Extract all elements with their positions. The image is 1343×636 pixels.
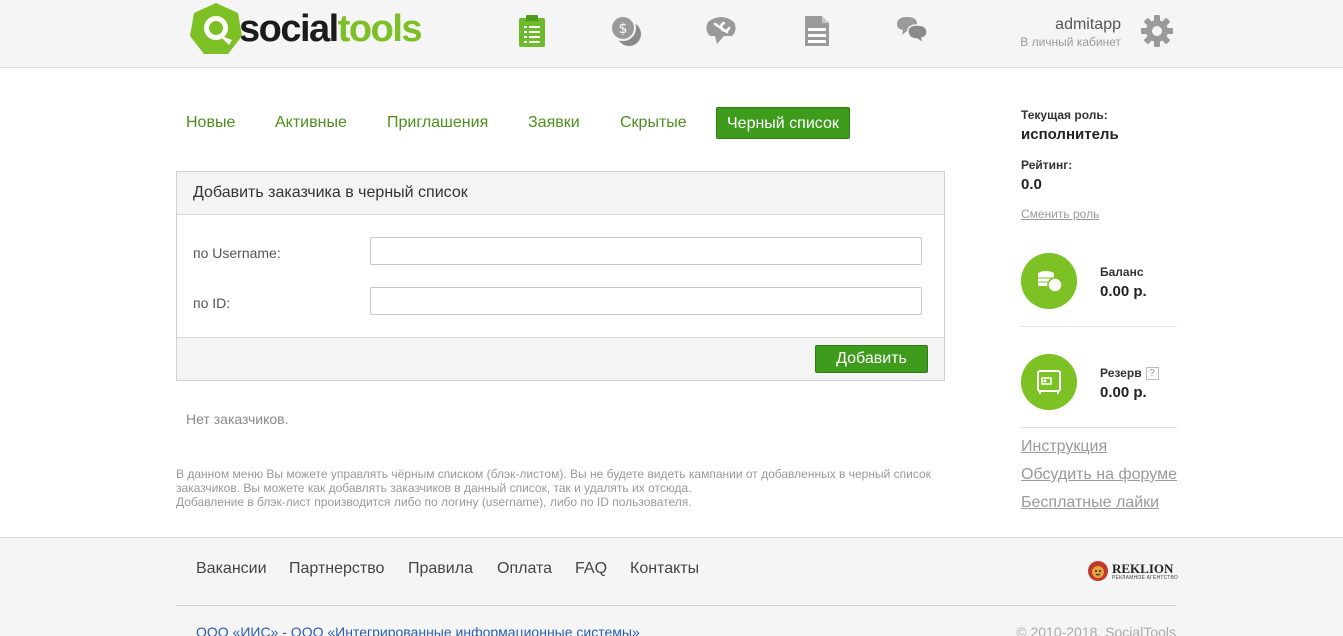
lion-icon xyxy=(1088,561,1108,581)
document-icon[interactable] xyxy=(800,14,834,48)
brand-sub: РЕКЛАМНОЕ АГЕНТСТВО xyxy=(1112,574,1178,581)
brand-name: REKLION xyxy=(1112,560,1174,576)
help-text: В данном меню Вы можете управлять чёрным… xyxy=(176,467,956,509)
reserve-label: Резерв? xyxy=(1100,366,1159,380)
panel-title: Добавить заказчика в черный список xyxy=(177,172,944,215)
chat-icon[interactable] xyxy=(895,14,929,48)
rating-label: Рейтинг: xyxy=(1021,158,1073,172)
footer-link-vacancies[interactable]: Вакансии xyxy=(196,560,267,578)
change-role-link[interactable]: Сменить роль xyxy=(1021,207,1099,221)
id-input[interactable] xyxy=(370,287,922,315)
help-icon[interactable]: ? xyxy=(1145,367,1159,380)
footer-link-payment[interactable]: Оплата xyxy=(497,560,552,578)
copyright: © 2010-2018, SocialTools xyxy=(1016,624,1176,636)
id-label: по ID: xyxy=(193,295,231,311)
coins-icon[interactable]: $ xyxy=(609,14,643,48)
logo[interactable]: socialtools xyxy=(189,2,423,56)
blacklist-add-panel: Добавить заказчика в черный список по Us… xyxy=(176,171,945,381)
balance-value: 0.00 р. xyxy=(1100,283,1147,300)
reklion-logo[interactable]: REKLION РЕКЛАМНОЕ АГЕНТСТВО xyxy=(1087,560,1178,582)
cabinet-link[interactable]: В личный кабинет xyxy=(1020,34,1121,50)
tab-hidden[interactable]: Скрытые xyxy=(610,107,697,139)
gear-icon[interactable] xyxy=(1140,14,1174,48)
rating-value: 0.0 xyxy=(1021,176,1042,193)
balance-label: Баланс xyxy=(1100,265,1144,279)
footer-link-rules[interactable]: Правила xyxy=(408,560,473,578)
footer-link-faq[interactable]: FAQ xyxy=(575,560,607,578)
add-button[interactable]: Добавить xyxy=(815,345,928,373)
clipboard-icon[interactable] xyxy=(515,14,549,48)
tab-invitations[interactable]: Приглашения xyxy=(377,107,498,139)
tab-new[interactable]: Новые xyxy=(176,107,245,139)
header: socialtools $ admitapp В личный кабинет xyxy=(0,0,1343,68)
role-value: исполнитель xyxy=(1021,126,1119,143)
empty-state: Нет заказчиков. xyxy=(186,411,289,427)
safe-icon xyxy=(1021,354,1077,410)
company-link[interactable]: ООО «ИИС» - ООО «Интегрированные информа… xyxy=(196,624,640,636)
coins-stack-icon xyxy=(1021,253,1077,309)
username-label: по Username: xyxy=(193,245,281,261)
tab-active[interactable]: Активные xyxy=(265,107,357,139)
logo-icon xyxy=(190,3,242,54)
forum-link[interactable]: Обсудить на форуме xyxy=(1021,466,1177,484)
instruction-link[interactable]: Инструкция xyxy=(1021,438,1107,456)
user-name[interactable]: admitapp xyxy=(1020,16,1121,34)
footer-link-partnership[interactable]: Партнерство xyxy=(289,560,384,578)
sidebar-divider xyxy=(1021,326,1177,327)
footer: Вакансии Партнерство Правила Оплата FAQ … xyxy=(0,537,1343,636)
panel-footer: Добавить xyxy=(177,337,944,380)
tab-requests[interactable]: Заявки xyxy=(518,107,590,139)
help-line-1: В данном меню Вы можете управлять чёрным… xyxy=(176,467,931,495)
svg-text:$: $ xyxy=(619,21,628,37)
help-line-2: Добавление в блэк-лист производится либо… xyxy=(176,495,692,509)
tab-blacklist[interactable]: Черный список xyxy=(716,107,850,139)
footer-link-contacts[interactable]: Контакты xyxy=(630,560,699,578)
balance-block: Баланс 0.00 р. xyxy=(1021,253,1177,327)
footer-divider xyxy=(176,605,1176,606)
reserve-block: Резерв? 0.00 р. xyxy=(1021,354,1177,428)
role-label: Текущая роль: xyxy=(1021,108,1108,122)
reserve-value: 0.00 р. xyxy=(1100,384,1147,401)
user-block: admitapp В личный кабинет xyxy=(1020,16,1121,50)
sidebar-divider xyxy=(1021,427,1177,428)
free-likes-link[interactable]: Бесплатные лайки xyxy=(1021,494,1159,512)
username-input[interactable] xyxy=(370,237,922,265)
wrench-icon[interactable] xyxy=(704,14,738,48)
logo-text: socialtools xyxy=(239,8,423,50)
